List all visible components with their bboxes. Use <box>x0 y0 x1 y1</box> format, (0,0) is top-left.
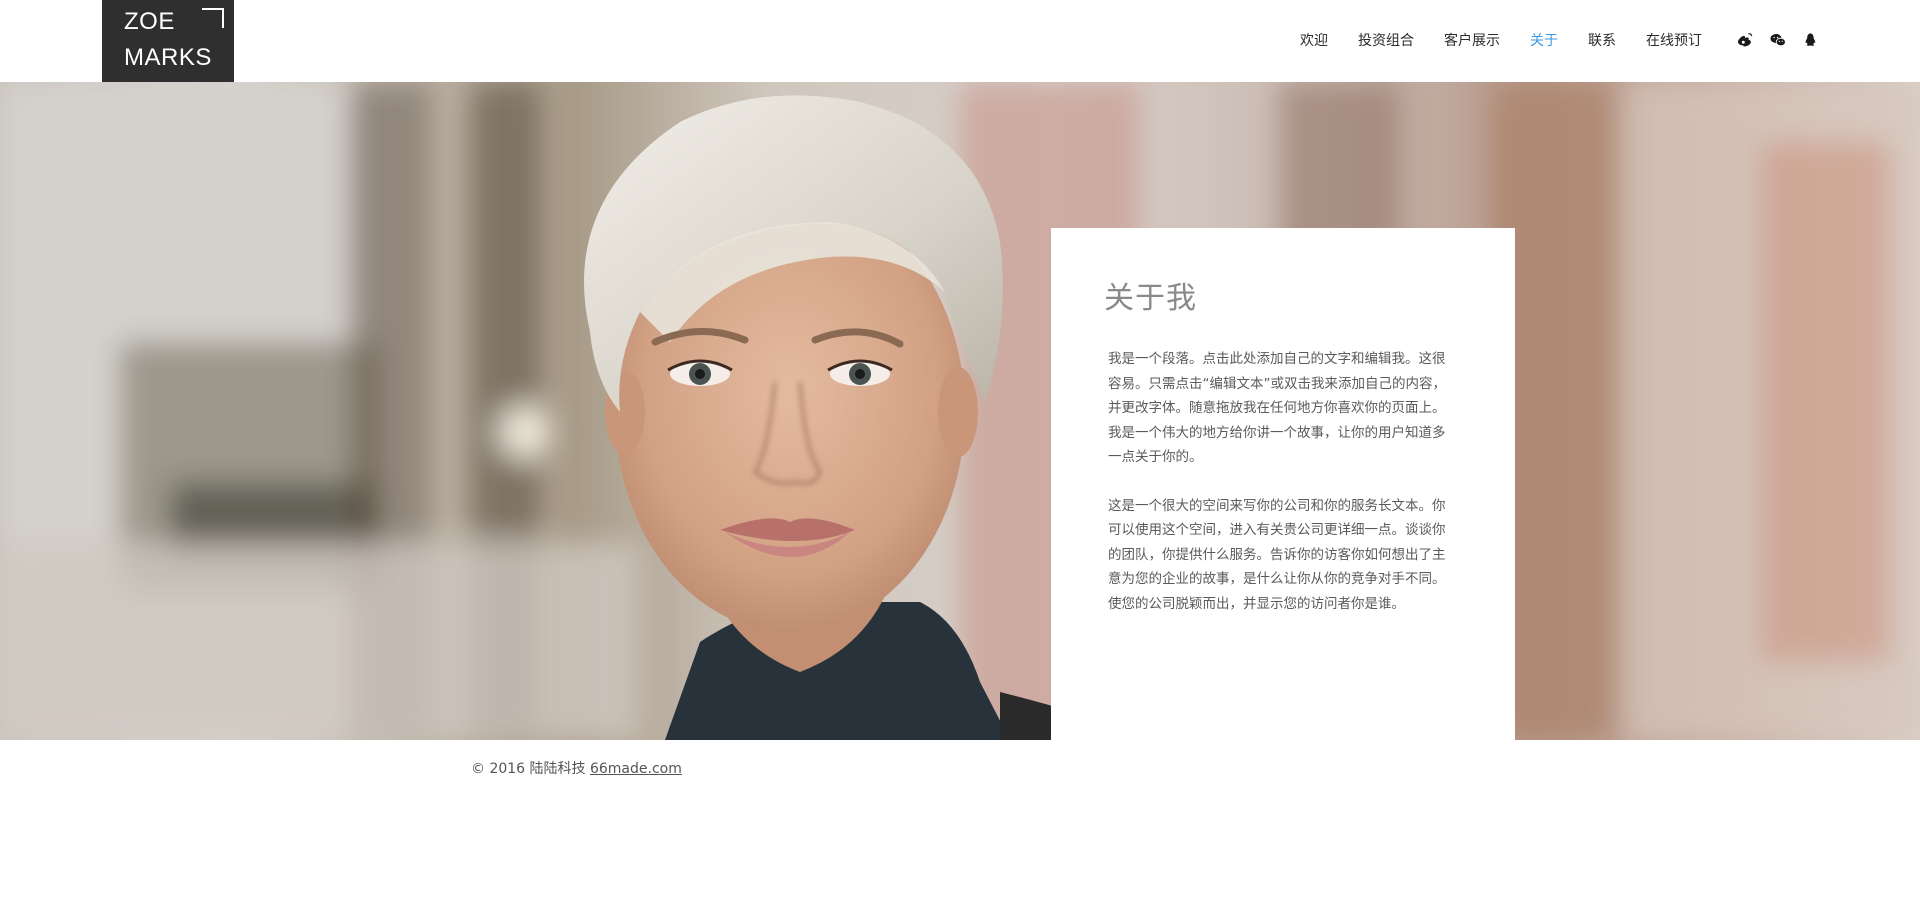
logo-line-2: MARKS <box>124 44 212 71</box>
hero-portrait-photo <box>0 82 1920 740</box>
nav-item-about[interactable]: 关于 <box>1530 30 1558 50</box>
social-links <box>1737 32 1836 48</box>
wechat-icon[interactable] <box>1770 32 1786 48</box>
site-footer: © 2016 陆陆科技 66made.com <box>471 758 682 778</box>
hero-banner: 关于我 我是一个段落。点击此处添加自己的文字和编辑我。这很容易。只需点击“编辑文… <box>0 82 1920 740</box>
site-logo[interactable]: ZOE MARKS <box>102 0 234 82</box>
about-paragraph-2: 这是一个很大的空间来写你的公司和你的服务长文本。你可以使用这个空间，进入有关贵公… <box>1108 497 1446 612</box>
nav-item-portfolio[interactable]: 投资组合 <box>1358 30 1414 50</box>
weibo-icon[interactable] <box>1737 32 1753 48</box>
site-header: ZOE MARKS 欢迎 投资组合 客户展示 关于 联系 在线预订 <box>0 0 1920 82</box>
about-card: 关于我 我是一个段落。点击此处添加自己的文字和编辑我。这很容易。只需点击“编辑文… <box>1051 228 1515 740</box>
footer-link[interactable]: 66made.com <box>590 761 682 777</box>
about-paragraph-1: 我是一个段落。点击此处添加自己的文字和编辑我。这很容易。只需点击“编辑文本”或双… <box>1108 351 1446 465</box>
nav-item-contact[interactable]: 联系 <box>1588 30 1616 50</box>
logo-corner-mark <box>202 8 224 28</box>
nav-item-welcome[interactable]: 欢迎 <box>1300 30 1328 50</box>
about-title: 关于我 <box>1104 281 1197 316</box>
nav-item-booking[interactable]: 在线预订 <box>1646 30 1702 50</box>
footer-copyright: © 2016 陆陆科技 <box>471 761 586 777</box>
main-nav: 欢迎 投资组合 客户展示 关于 联系 在线预订 <box>1300 30 1732 50</box>
nav-item-clients[interactable]: 客户展示 <box>1444 30 1500 50</box>
qq-icon[interactable] <box>1803 32 1819 48</box>
